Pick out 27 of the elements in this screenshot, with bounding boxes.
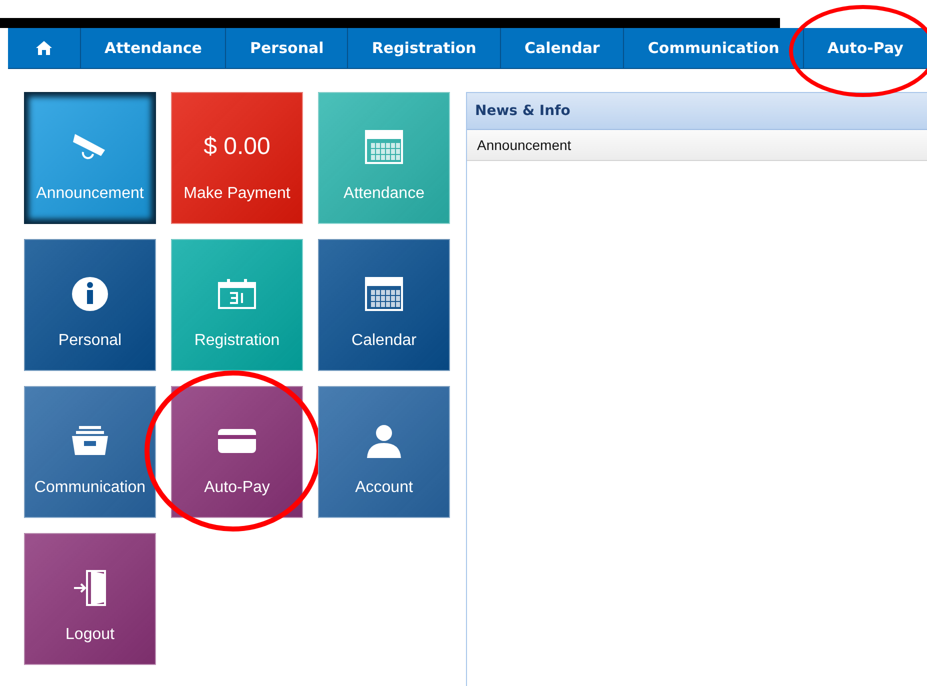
- info-icon: [71, 276, 109, 312]
- archive-icon: [71, 426, 109, 456]
- person-icon: [366, 424, 402, 458]
- panel-title: News & Info: [475, 103, 570, 119]
- nav-tab[interactable]: Attendance: [81, 28, 226, 68]
- dashboard-tile[interactable]: Registration: [171, 239, 303, 371]
- nav-tab[interactable]: Communication: [624, 28, 803, 68]
- dashboard-tile[interactable]: Attendance: [318, 92, 450, 224]
- nav-tab[interactable]: Registration: [348, 28, 500, 68]
- dashboard-tile[interactable]: Communication: [24, 386, 156, 518]
- nav-tab[interactable]: Calendar: [500, 28, 624, 68]
- home-icon: [36, 41, 52, 55]
- credit-card-icon: [218, 429, 256, 453]
- calendar-icon: [365, 130, 403, 164]
- dashboard-tile[interactable]: Account: [318, 386, 450, 518]
- dashboard-tile[interactable]: $ 0.00 Make Payment: [171, 92, 303, 224]
- nav-tab[interactable]: Personal: [226, 28, 348, 68]
- dashboard-tile[interactable]: Logout: [24, 533, 156, 665]
- calendar-icon: [365, 277, 403, 311]
- dashboard-tile[interactable]: Auto-Pay: [171, 386, 303, 518]
- exit-door-icon: [73, 570, 107, 606]
- calendar-icon: [218, 279, 256, 309]
- dashboard-tile[interactable]: Calendar: [318, 239, 450, 371]
- dashboard-tile[interactable]: Announcement: [24, 92, 156, 224]
- news-item[interactable]: Announcement: [467, 130, 927, 161]
- dashboard-tile[interactable]: Personal: [24, 239, 156, 371]
- amount-text: $ 0.00: [204, 133, 270, 161]
